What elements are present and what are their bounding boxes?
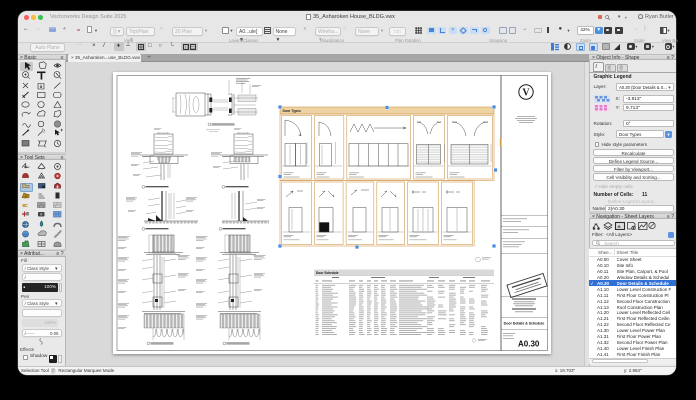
svg-text:Door Schedule: Door Schedule [316,270,339,274]
svg-text:A0.30: A0.30 [518,339,540,348]
svg-text:V: V [522,87,530,98]
svg-text:Door Details & Schedule: Door Details & Schedule [504,321,545,325]
svg-text:Door Types: Door Types [283,109,302,113]
